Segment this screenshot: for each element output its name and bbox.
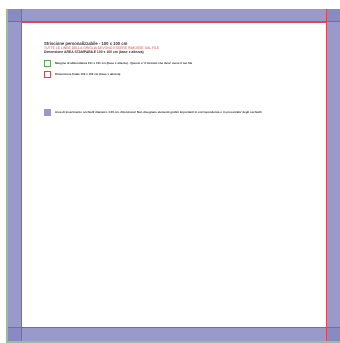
bleed-swatch — [44, 60, 51, 67]
eyelet-band-bottom — [8, 328, 340, 341]
legend-trim: Dimensione finale 100 x 100 cm (base x a… — [44, 71, 120, 78]
printable-area-text: Dimensione AREA STAMPABILE 100 x 100 cm … — [44, 50, 144, 55]
legend-bleed-text: Margine di abbondanza 101 x 101 cm (base… — [55, 60, 193, 65]
legend-bleed: Margine di abbondanza 101 x 101 cm (base… — [44, 60, 192, 67]
template-info: Striscione personalizzabile - 100 x 100 … — [44, 41, 314, 54]
corner-bottom-left — [8, 328, 21, 341]
eyelet-swatch — [44, 109, 51, 116]
legend-eyelets-text: Area di inserimento occhielli diametro 4… — [55, 109, 262, 114]
print-template-page: Striscione personalizzabile - 100 x 100 … — [0, 0, 340, 343]
eyelet-band-left — [8, 9, 21, 341]
legend-eyelets: Area di inserimento occhielli diametro 4… — [44, 109, 262, 116]
trim-swatch — [44, 71, 51, 78]
corner-bottom-right — [327, 328, 340, 341]
legend-trim-text: Dimensione finale 100 x 100 cm (base x a… — [55, 71, 121, 76]
trim-line — [21, 22, 327, 328]
eyelet-band-right — [327, 9, 340, 341]
